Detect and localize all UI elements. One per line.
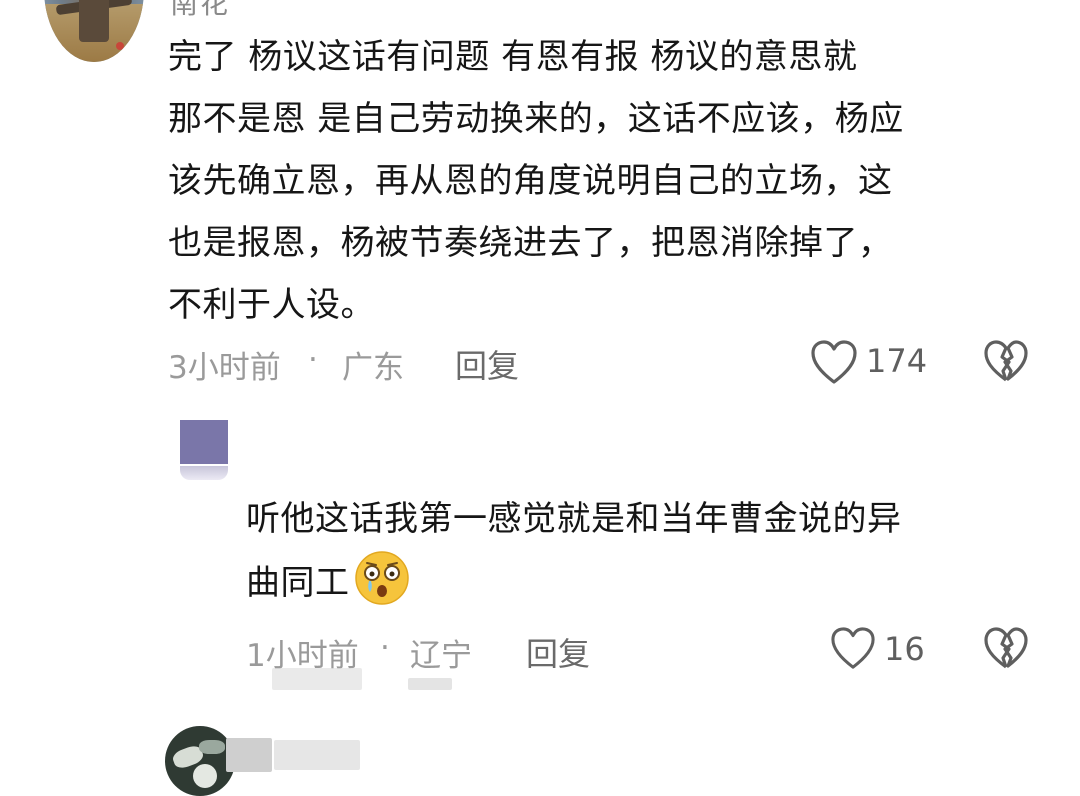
redacted-name-bar: [272, 668, 362, 690]
reply-location: 辽宁: [410, 638, 472, 674]
reply-like-count: 16: [884, 630, 925, 668]
reply-avatar[interactable]: [180, 420, 228, 482]
redacted-name-bar: [408, 678, 452, 690]
broken-heart-icon[interactable]: [983, 340, 1029, 384]
comment-timestamp: 3小时前: [168, 350, 281, 386]
comment-text: 完了 杨议这话有问题 有恩有报 杨议的意思就 那不是恩 是自己劳动换来的，这话不…: [168, 37, 904, 325]
shocked-crying-emoji-icon: [354, 550, 410, 606]
reply-heart-outline-icon[interactable]: [830, 627, 876, 671]
comment-location: 广东: [342, 350, 404, 386]
heart-outline-icon[interactable]: [810, 340, 858, 386]
comment-like-count: 174: [866, 342, 928, 380]
reply-text: 听他这话我第一感觉就是和当年曹金说的异 曲同工: [246, 488, 1046, 614]
next-commenter-avatar[interactable]: [165, 726, 235, 796]
commenter-username[interactable]: 南花: [170, 0, 230, 22]
reply-text-content: 听他这话我第一感觉就是和当年曹金说的异 曲同工: [246, 499, 902, 603]
redacted-name-bar: [226, 738, 272, 772]
reply-broken-heart-icon[interactable]: [983, 627, 1029, 671]
redacted-name-bar: [274, 740, 360, 770]
reply-meta-separator: ·: [380, 630, 390, 666]
meta-separator: ·: [308, 342, 318, 378]
reply-button[interactable]: 回复: [455, 341, 519, 387]
commenter-avatar[interactable]: [44, 0, 144, 62]
reply-reply-button[interactable]: 回复: [526, 629, 590, 675]
